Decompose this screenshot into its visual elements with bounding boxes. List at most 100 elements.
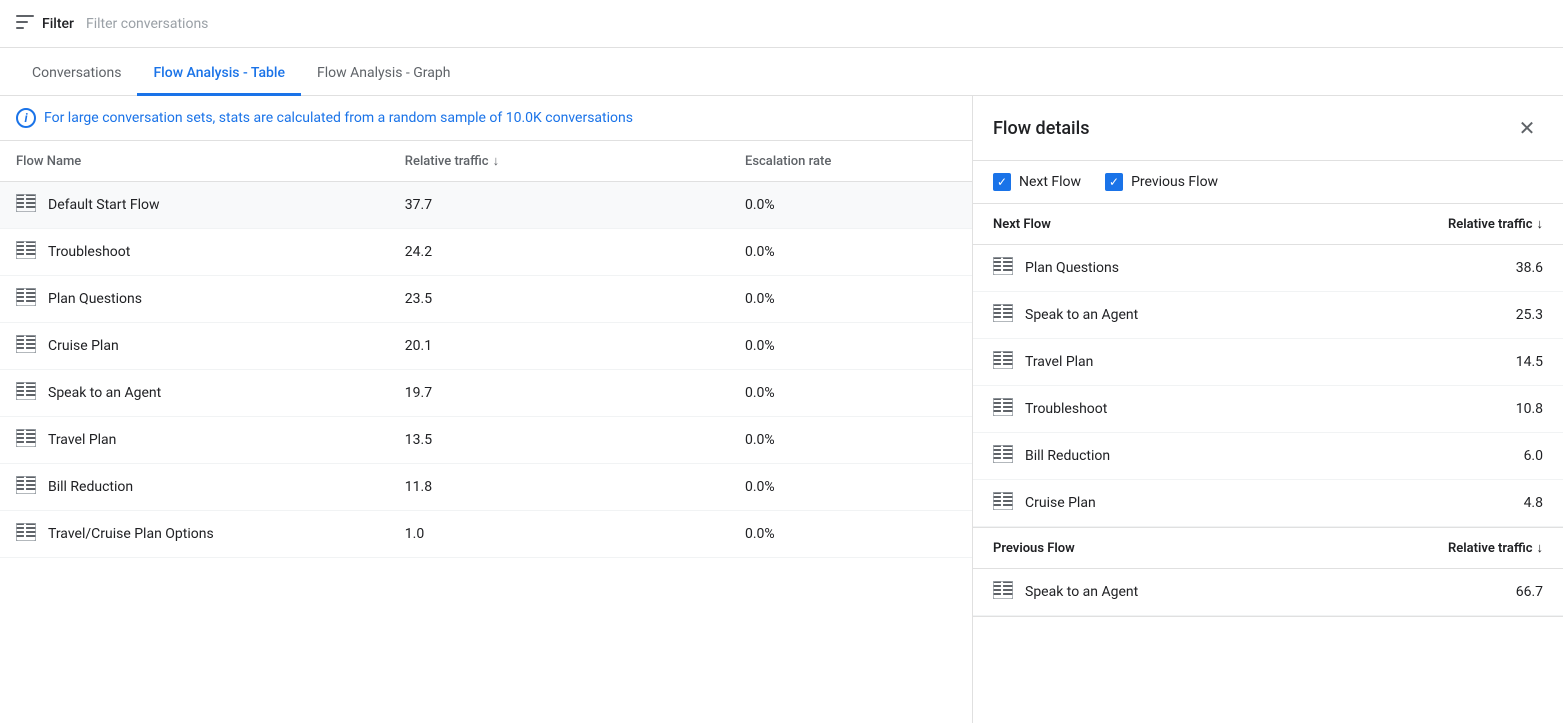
table-row[interactable]: Default Start Flow 37.7 0.0% (0, 182, 972, 229)
escalation-cell: 0.0% (729, 370, 972, 417)
checkbox-next-flow-box: ✓ (993, 173, 1011, 191)
next-flow-name-text: Plan Questions (1025, 260, 1119, 276)
flow-name-text: Travel Plan (48, 432, 116, 448)
previous-flow-table: Previous Flow Relative traffic ↓ (973, 528, 1563, 616)
table-row[interactable]: Travel Plan 13.5 0.0% (0, 417, 972, 464)
flow-name-text: Bill Reduction (48, 479, 133, 495)
escalation-cell: 0.0% (729, 511, 972, 558)
left-panel: i For large conversation sets, stats are… (0, 96, 973, 723)
next-flow-name-cell: Speak to an Agent (973, 292, 1314, 339)
checkbox-previous-flow-box: ✓ (1105, 173, 1123, 191)
previous-flow-name-text: Speak to an Agent (1025, 584, 1138, 600)
flow-table-icon (16, 288, 36, 310)
next-flow-row[interactable]: Troubleshoot 10.8 (973, 386, 1563, 433)
flow-table-icon (16, 429, 36, 451)
filter-icon (16, 15, 34, 33)
traffic-cell: 19.7 (389, 370, 729, 417)
escalation-cell: 0.0% (729, 464, 972, 511)
next-flow-name-text: Cruise Plan (1025, 495, 1096, 511)
flow-name-cell: Cruise Plan (0, 323, 389, 370)
filter-label: Filter (42, 16, 74, 32)
next-flow-col-traffic[interactable]: Relative traffic ↓ (1314, 204, 1563, 245)
next-flow-name-cell: Plan Questions (973, 245, 1314, 292)
flow-name-cell: Troubleshoot (0, 229, 389, 276)
traffic-cell: 24.2 (389, 229, 729, 276)
table-row[interactable]: Cruise Plan 20.1 0.0% (0, 323, 972, 370)
escalation-cell: 0.0% (729, 276, 972, 323)
checkbox-previous-flow[interactable]: ✓ Previous Flow (1105, 173, 1218, 191)
table-row[interactable]: Travel/Cruise Plan Options 1.0 0.0% (0, 511, 972, 558)
col-header-flow-name: Flow Name (0, 141, 389, 182)
checkbox-next-flow-label: Next Flow (1019, 174, 1081, 190)
next-flow-traffic-cell: 14.5 (1314, 339, 1563, 386)
next-flow-table-icon (993, 351, 1013, 373)
flow-name-text: Troubleshoot (48, 244, 130, 260)
previous-flow-section: Previous Flow Relative traffic ↓ (973, 528, 1563, 617)
col-header-relative-traffic[interactable]: Relative traffic ↓ (389, 141, 729, 182)
info-banner: i For large conversation sets, stats are… (0, 96, 972, 141)
next-flow-table-icon (993, 304, 1013, 326)
flow-name-cell: Travel Plan (0, 417, 389, 464)
tab-flow-analysis-graph[interactable]: Flow Analysis - Graph (301, 53, 467, 96)
flow-details-title: Flow details (993, 118, 1089, 139)
next-flow-traffic-cell: 10.8 (1314, 386, 1563, 433)
header-bar: Filter Filter conversations (0, 0, 1563, 48)
next-flow-table-icon (993, 492, 1013, 514)
next-flow-row[interactable]: Cruise Plan 4.8 (973, 480, 1563, 527)
next-flow-traffic-cell: 6.0 (1314, 433, 1563, 480)
traffic-cell: 37.7 (389, 182, 729, 229)
tabs-bar: Conversations Flow Analysis - Table Flow… (0, 48, 1563, 96)
next-flow-row[interactable]: Bill Reduction 6.0 (973, 433, 1563, 480)
traffic-cell: 11.8 (389, 464, 729, 511)
flow-table-icon (16, 241, 36, 263)
next-flow-name-text: Travel Plan (1025, 354, 1093, 370)
previous-flow-col-name: Previous Flow (973, 528, 1314, 569)
next-flow-section: Next Flow Relative traffic ↓ (973, 204, 1563, 528)
escalation-cell: 0.0% (729, 417, 972, 464)
checkbox-row: ✓ Next Flow ✓ Previous Flow (973, 161, 1563, 204)
tab-flow-analysis-table[interactable]: Flow Analysis - Table (137, 53, 301, 96)
next-flow-name-text: Bill Reduction (1025, 448, 1110, 464)
next-flow-row[interactable]: Plan Questions 38.6 (973, 245, 1563, 292)
table-row[interactable]: Speak to an Agent 19.7 0.0% (0, 370, 972, 417)
previous-flow-name-cell: Speak to an Agent (973, 569, 1314, 616)
flow-name-text: Travel/Cruise Plan Options (48, 526, 214, 542)
sort-down-icon: ↓ (493, 153, 500, 169)
next-flow-name-cell: Cruise Plan (973, 480, 1314, 527)
next-flow-name-text: Speak to an Agent (1025, 307, 1138, 323)
main-table: Flow Name Relative traffic ↓ Escalation … (0, 141, 972, 558)
next-flow-table-icon (993, 445, 1013, 467)
previous-flow-traffic-cell: 66.7 (1314, 569, 1563, 616)
tab-conversations[interactable]: Conversations (16, 53, 137, 96)
table-row[interactable]: Troubleshoot 24.2 0.0% (0, 229, 972, 276)
flow-table-icon (16, 335, 36, 357)
flow-name-cell: Plan Questions (0, 276, 389, 323)
next-flow-traffic-cell: 4.8 (1314, 480, 1563, 527)
previous-flow-row[interactable]: Speak to an Agent 66.7 (973, 569, 1563, 616)
close-button[interactable]: ✕ (1511, 112, 1543, 144)
flow-table-icon (16, 523, 36, 545)
flow-table-icon (16, 382, 36, 404)
flow-table-icon (16, 194, 36, 216)
next-flow-table-icon (993, 257, 1013, 279)
right-panel: Flow details ✕ ✓ Next Flow ✓ Previous Fl… (973, 96, 1563, 723)
next-flow-name-text: Troubleshoot (1025, 401, 1107, 417)
next-flow-col-name: Next Flow (973, 204, 1314, 245)
filter-text: Filter conversations (86, 16, 208, 32)
previous-flow-sort-icon: ↓ (1537, 540, 1544, 556)
table-row[interactable]: Bill Reduction 11.8 0.0% (0, 464, 972, 511)
next-flow-name-cell: Troubleshoot (973, 386, 1314, 433)
flow-name-cell: Bill Reduction (0, 464, 389, 511)
flow-name-cell: Default Start Flow (0, 182, 389, 229)
main-layout: i For large conversation sets, stats are… (0, 96, 1563, 723)
next-flow-row[interactable]: Speak to an Agent 25.3 (973, 292, 1563, 339)
previous-flow-col-traffic[interactable]: Relative traffic ↓ (1314, 528, 1563, 569)
next-flow-row[interactable]: Travel Plan 14.5 (973, 339, 1563, 386)
table-row[interactable]: Plan Questions 23.5 0.0% (0, 276, 972, 323)
flow-table-icon (16, 476, 36, 498)
checkbox-next-flow[interactable]: ✓ Next Flow (993, 173, 1081, 191)
flow-details-header: Flow details ✕ (973, 96, 1563, 161)
traffic-cell: 20.1 (389, 323, 729, 370)
info-banner-text: For large conversation sets, stats are c… (44, 110, 633, 126)
info-icon: i (16, 108, 36, 128)
